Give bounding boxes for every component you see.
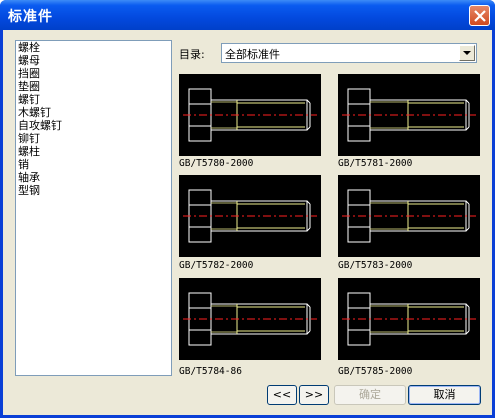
- bolt-drawing: [183, 88, 317, 142]
- dropdown-button[interactable]: [459, 45, 475, 61]
- thumbnail-caption: GB/T5783-2000: [338, 260, 413, 271]
- ok-button[interactable]: 确定: [334, 385, 406, 405]
- list-item[interactable]: 螺栓: [18, 41, 40, 54]
- list-item[interactable]: 型钢: [18, 184, 40, 197]
- directory-select[interactable]: 全部标准件: [221, 43, 477, 63]
- list-item[interactable]: 销: [18, 158, 29, 171]
- thumbnail-caption: GB/T5780-2000: [179, 158, 254, 169]
- list-item[interactable]: 轴承: [18, 171, 40, 184]
- list-item[interactable]: 螺母: [18, 54, 40, 67]
- standard-part-thumbnail[interactable]: [179, 278, 321, 360]
- dialog-window: 标准件 螺栓 螺母 挡圈 垫圈 螺钉 木螺钉 自攻螺钉 铆钉 螺柱 销 轴承 型…: [0, 0, 495, 418]
- thumbnail-caption: GB/T5782-2000: [179, 260, 254, 271]
- list-item[interactable]: 螺柱: [18, 145, 40, 158]
- window-title: 标准件: [8, 9, 53, 25]
- list-item[interactable]: 螺钉: [18, 93, 40, 106]
- next-page-button[interactable]: >>: [299, 385, 329, 405]
- bolt-drawing: [342, 292, 476, 346]
- bolt-drawing: [342, 88, 476, 142]
- thumbnail-caption: GB/T5785-2000: [338, 366, 413, 377]
- directory-selected-value: 全部标准件: [225, 48, 280, 61]
- list-item[interactable]: 铆钉: [18, 132, 40, 145]
- close-button[interactable]: [469, 5, 490, 26]
- list-item[interactable]: 垫圈: [18, 80, 40, 93]
- close-icon: [474, 10, 486, 22]
- prev-page-button[interactable]: <<: [267, 385, 297, 405]
- chevron-down-icon: [463, 51, 471, 55]
- directory-label: 目录:: [179, 48, 205, 61]
- list-item[interactable]: 挡圈: [18, 67, 40, 80]
- bolt-drawing: [183, 292, 317, 346]
- category-list[interactable]: 螺栓 螺母 挡圈 垫圈 螺钉 木螺钉 自攻螺钉 铆钉 螺柱 销 轴承 型钢: [15, 40, 172, 376]
- standard-part-thumbnail[interactable]: [179, 74, 321, 156]
- bolt-drawing: [342, 189, 476, 243]
- standard-part-thumbnail[interactable]: [338, 175, 480, 257]
- standard-part-thumbnail[interactable]: [179, 175, 321, 257]
- dialog-body: 螺栓 螺母 挡圈 垫圈 螺钉 木螺钉 自攻螺钉 铆钉 螺柱 销 轴承 型钢 目录…: [3, 30, 492, 415]
- standard-part-thumbnail[interactable]: [338, 74, 480, 156]
- thumbnail-caption: GB/T5784-86: [179, 366, 242, 377]
- list-item[interactable]: 木螺钉: [18, 106, 51, 119]
- standard-part-thumbnail[interactable]: [338, 278, 480, 360]
- bolt-drawing: [183, 189, 317, 243]
- list-item[interactable]: 自攻螺钉: [18, 119, 62, 132]
- cancel-button[interactable]: 取消: [408, 385, 481, 405]
- title-bar[interactable]: 标准件: [0, 0, 495, 30]
- thumbnail-caption: GB/T5781-2000: [338, 158, 413, 169]
